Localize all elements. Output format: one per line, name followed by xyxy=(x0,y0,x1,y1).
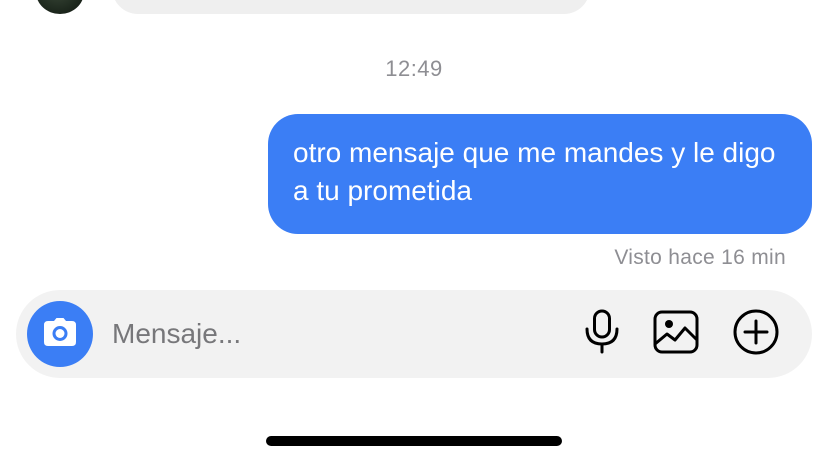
voice-message-button[interactable] xyxy=(578,309,626,360)
microphone-icon xyxy=(584,309,620,360)
message-timestamp: 12:49 xyxy=(385,56,443,81)
home-indicator[interactable] xyxy=(266,436,562,446)
message-composer xyxy=(16,290,812,378)
message-input[interactable] xyxy=(112,312,552,356)
incoming-message-bubble[interactable] xyxy=(112,0,590,14)
gallery-button[interactable] xyxy=(652,310,700,358)
contact-avatar[interactable] xyxy=(36,0,84,14)
image-icon xyxy=(653,310,699,359)
more-options-button[interactable] xyxy=(732,308,780,361)
chat-screen: 12:49 otro mensaje que me mandes y le di… xyxy=(0,0,828,462)
outgoing-message-bubble[interactable]: otro mensaje que me mandes y le digo a t… xyxy=(268,114,812,234)
seen-status: Visto hace 16 min xyxy=(614,246,786,269)
plus-circle-icon xyxy=(732,308,780,361)
camera-button[interactable] xyxy=(27,301,93,367)
camera-icon xyxy=(43,317,77,352)
